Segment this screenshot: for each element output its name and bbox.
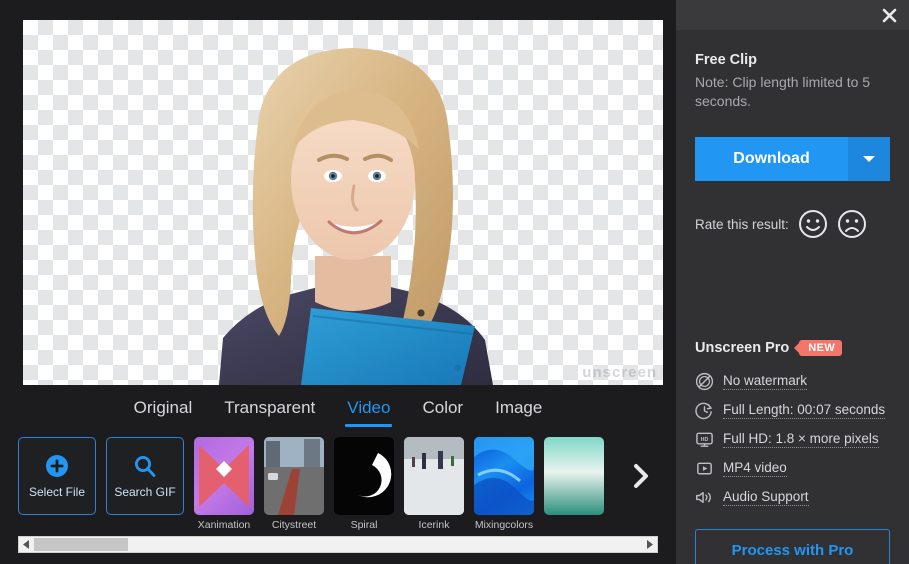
preview-canvas[interactable]: unscreen [23,20,663,385]
smiley-happy-icon[interactable] [798,209,828,239]
thumbnail-preview [194,437,254,515]
chevron-down-icon [863,156,875,162]
chevron-right-icon [634,464,648,488]
thumbnail-item[interactable]: Icerink [404,437,464,531]
feature-row: No watermark [695,372,890,391]
thumbnail-label: Spiral [350,519,378,531]
hd-monitor-icon: HD [696,432,713,447]
search-gif-button[interactable]: Search GIF [106,437,184,515]
icerink-art [404,437,464,515]
unscreen-pro-section: Unscreen Pro NEW No watermark Full Lengt… [676,322,909,564]
speaker-icon [695,492,711,503]
tab-original[interactable]: Original [132,396,195,427]
xanimation-art [199,445,249,507]
clock-icon [695,402,712,420]
feature-label: No watermark [723,373,808,390]
scroll-left-button[interactable] [19,537,34,552]
thumbnail-preview [474,437,534,515]
thumbnail-preview [404,437,464,515]
select-file-label: Select File [28,485,86,499]
new-badge: NEW [799,340,843,356]
triangle-left-icon [23,540,29,549]
pro-title: Unscreen Pro [695,340,790,356]
editor-panel: unscreen Original Transparent Video Colo… [0,0,676,564]
search-icon [135,456,156,477]
svg-text:HD: HD [701,437,709,443]
tab-video[interactable]: Video [345,396,393,427]
thumbnail-label: Icerink [418,519,450,531]
thumbnail-label: Mixingcolors [474,519,534,531]
thumbnail-preview [544,437,604,515]
download-button[interactable]: Download [695,137,848,181]
scrollbar-thumb[interactable] [34,538,128,551]
thumbnail-item[interactable]: Citystreet [264,437,324,531]
rate-result-row: Rate this result: [695,209,890,239]
feature-label: MP4 video [723,460,787,477]
feature-row: Audio Support [695,488,890,507]
tab-image[interactable]: Image [493,396,544,427]
download-options-button[interactable] [848,137,890,181]
feature-label: Audio Support [723,489,809,506]
thumbnail-label: Citystreet [271,519,317,531]
subject-image [219,48,493,385]
thumbnail-item[interactable]: Mixingcolors [474,437,534,531]
preview-mode-tabs: Original Transparent Video Color Image [0,396,676,427]
play-box-icon [697,462,712,475]
free-clip-title: Free Clip [695,52,758,68]
mixingcolors-art [474,437,534,515]
pro-heading-row: Unscreen Pro NEW [695,340,890,356]
spiral-art [358,453,392,498]
download-button-group: Download [695,137,890,181]
thumbnail-label: Xanimation [197,519,251,531]
feature-label: Full HD: 1.8 × more pixels [723,431,879,448]
no-watermark-icon [695,372,714,391]
tab-transparent[interactable]: Transparent [222,396,317,427]
scrollbar-track[interactable] [34,537,642,552]
horizontal-scrollbar[interactable] [18,536,658,553]
thumbnail-preview [334,437,394,515]
scroll-right-button[interactable] [642,537,657,552]
citystreet-art [264,437,324,515]
pro-feature-list: No watermark Full Length: 00:07 seconds … [695,372,890,507]
unscreen-app: unscreen Original Transparent Video Colo… [0,0,909,564]
smiley-sad-icon[interactable] [837,209,867,239]
process-with-pro-button[interactable]: Process with Pro [695,529,890,564]
thumbnail-preview [264,437,324,515]
thumbnail-item-partial[interactable] [544,437,604,519]
feature-row: HD Full HD: 1.8 × more pixels [695,430,890,449]
tab-color[interactable]: Color [420,396,465,427]
thumbnail-item[interactable]: Spiral [334,437,394,531]
thumbnail-item[interactable]: Xanimation [194,437,254,531]
watermark-text: unscreen [582,364,657,381]
plus-circle-icon [46,455,68,477]
select-file-button[interactable]: Select File [18,437,96,515]
background-chooser-strip: Select File Search GIF Xanimation Cityst… [18,437,658,532]
free-clip-section: Free Clip Note: Clip length limited to 5… [676,30,909,322]
triangle-right-icon [647,540,653,549]
free-clip-note: Note: Clip length limited to 5 seconds. [695,74,871,109]
strip-next-button[interactable] [628,459,654,493]
feature-row: Full Length: 00:07 seconds [695,401,890,420]
feature-row: MP4 video [695,459,890,478]
rate-result-label: Rate this result: [695,216,789,232]
search-gif-label: Search GIF [114,485,176,499]
sidebar-titlebar [676,0,909,30]
result-sidebar: Free Clip Note: Clip length limited to 5… [676,0,909,564]
feature-label: Full Length: 00:07 seconds [723,402,886,419]
close-icon [882,8,896,22]
close-button[interactable] [879,5,899,25]
